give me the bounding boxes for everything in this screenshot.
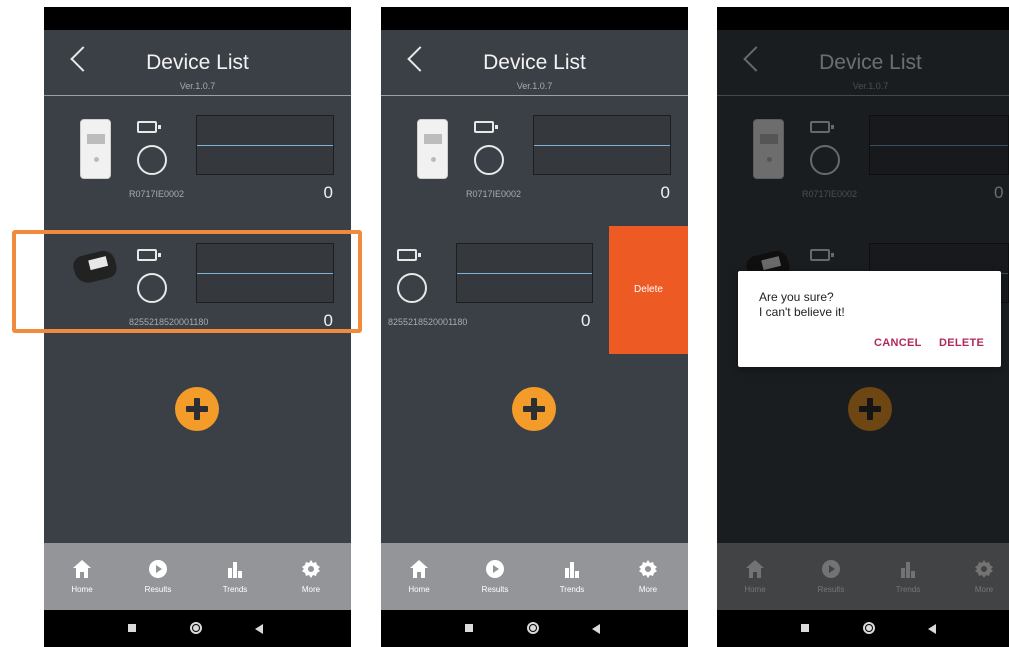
home-nav-icon[interactable] [190,622,202,634]
device-serial: 8255218520001180 [388,317,468,327]
phone-screen-swipe-delete: Device List Ver.1.0.7 R0717IE0002 0 8255… [381,7,688,647]
signal-graph [456,243,593,303]
dialog-message: Are you sure? I can't believe it! [759,290,845,320]
swipe-delete-button[interactable]: Delete [609,226,688,354]
battery-icon [137,121,161,133]
tab-label: Trends [559,585,585,594]
play-icon [149,560,167,578]
tab-label: Trends [222,585,248,594]
header: Device List Ver.1.0.7 [44,30,351,96]
tab-results[interactable]: Results [120,543,196,610]
device-serial: R0717IE0002 [129,189,185,199]
status-ring-icon [474,145,504,175]
bar-chart-icon [565,562,579,578]
page-title: Device List [483,51,586,74]
tab-label: Home [71,585,93,594]
status-bar [381,7,688,30]
home-nav-icon[interactable] [527,622,539,634]
selection-highlight [12,230,362,333]
battery-icon [397,249,421,261]
back-nav-icon[interactable] [255,624,263,634]
play-icon [486,560,504,578]
confirm-delete-button[interactable]: DELETE [939,337,984,349]
status-bar [44,7,351,30]
add-device-button[interactable] [512,387,556,431]
device-serial: R0717IE0002 [466,189,522,199]
gear-icon [302,560,320,578]
version-label: Ver.1.0.7 [516,81,553,91]
tab-trends[interactable]: Trends [534,543,610,610]
system-nav-bar [44,610,351,647]
dialog-line-2: I can't believe it! [759,305,845,319]
back-nav-icon[interactable] [928,624,936,634]
recents-icon[interactable] [128,624,136,632]
device-count: 0 [581,311,591,330]
recents-icon[interactable] [801,624,809,632]
home-icon [410,560,428,578]
status-ring-icon [397,273,427,303]
tab-more[interactable]: More [273,543,349,610]
tab-more[interactable]: More [610,543,686,610]
blood-pressure-device-icon [417,119,448,179]
phone-screen-confirm-dialog: Device List Ver.1.0.7 R0717IE0002 0 Home… [717,7,1009,647]
add-device-button[interactable] [175,387,219,431]
blood-pressure-device-icon [80,119,111,179]
tab-home[interactable]: Home [44,543,120,610]
tab-trends[interactable]: Trends [197,543,273,610]
system-nav-bar [717,610,1009,647]
tab-results[interactable]: Results [457,543,533,610]
bottom-tab-bar: Home Results Trends More [44,543,351,610]
bottom-tab-bar: Home Results Trends More [381,543,688,610]
status-bar [717,7,1009,30]
tab-home[interactable]: Home [381,543,457,610]
gear-icon [639,560,657,578]
header: Device List Ver.1.0.7 [381,30,688,96]
device-count: 0 [323,183,333,202]
dialog-line-1: Are you sure? [759,290,834,304]
signal-graph [196,115,334,175]
cancel-button[interactable]: CANCEL [874,337,922,349]
confirm-delete-dialog: Are you sure? I can't believe it! CANCEL… [738,271,1001,367]
device-card[interactable]: R0717IE0002 0 [381,97,688,215]
tab-label: More [301,585,321,594]
bar-chart-icon [228,562,242,578]
tab-label: Results [481,585,509,594]
device-card[interactable]: R0717IE0002 0 [44,97,351,215]
delete-label: Delete [634,284,663,295]
battery-icon [474,121,498,133]
page-title: Device List [146,51,249,74]
device-count: 0 [660,183,670,202]
system-nav-bar [381,610,688,647]
home-nav-icon[interactable] [863,622,875,634]
tab-label: More [638,585,658,594]
back-nav-icon[interactable] [592,624,600,634]
recents-icon[interactable] [465,624,473,632]
tab-label: Home [408,585,430,594]
tab-label: Results [144,585,172,594]
signal-graph [533,115,671,175]
home-icon [73,560,91,578]
status-ring-icon [137,145,167,175]
version-label: Ver.1.0.7 [179,81,216,91]
